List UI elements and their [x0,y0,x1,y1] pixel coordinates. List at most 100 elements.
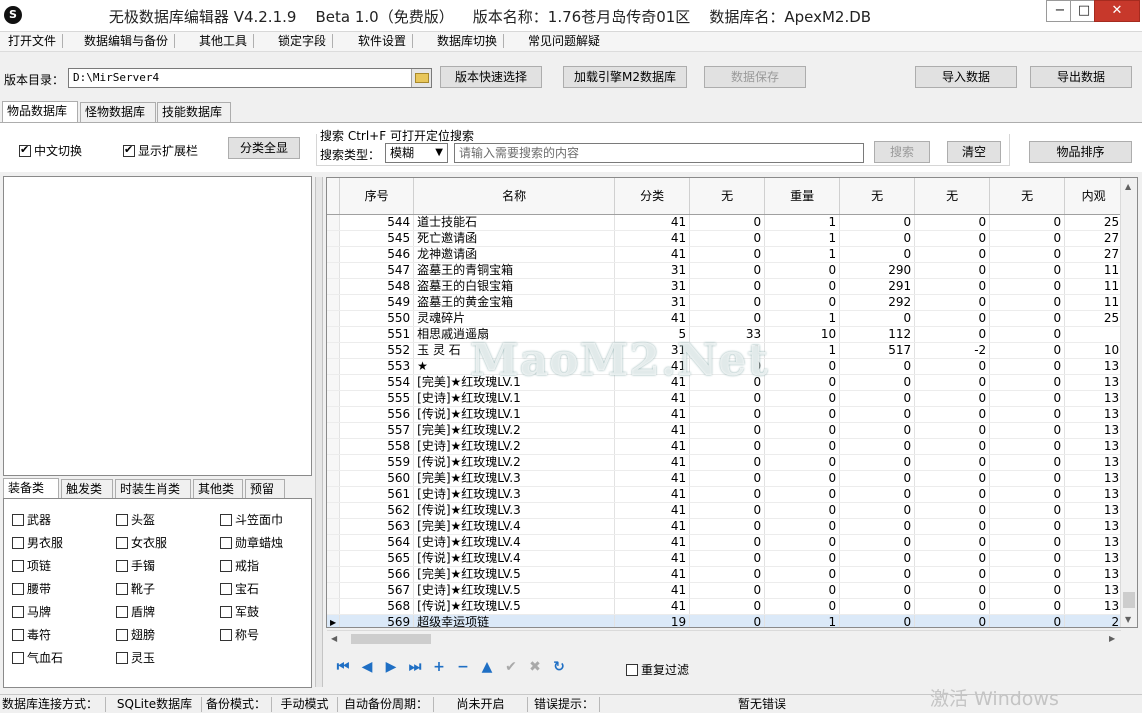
category-checkbox[interactable]: 勋章蜡烛 [220,534,283,551]
scroll-right-icon[interactable]: ▶ [1109,634,1115,643]
table-cell[interactable]: 0 [914,438,991,455]
column-header[interactable]: 无 [914,178,991,215]
row-indicator[interactable] [327,310,341,327]
table-cell[interactable]: 13 [1064,358,1124,375]
table-cell[interactable]: 死亡邀请函 [413,230,616,247]
table-cell[interactable]: 0 [689,566,766,583]
table-cell[interactable]: 31 [614,278,691,295]
next-record-icon[interactable]: ▶ [382,658,400,676]
tab-reserved[interactable]: 预留 [245,479,285,499]
show-ext-checkbox[interactable]: 显示扩展栏 [123,142,198,159]
menu-lock-fields[interactable]: 锁定字段 [272,34,334,48]
table-row[interactable]: 559 [传说]★红玫瑰LV.2 41 0 0 0 0 0 13 [327,454,1124,471]
table-cell[interactable]: 0 [989,598,1066,615]
table-cell[interactable]: 566 [339,566,415,583]
table-cell[interactable]: 551 [339,326,415,343]
table-cell[interactable]: 563 [339,518,415,535]
table-cell[interactable]: 0 [914,422,991,439]
table-cell[interactable]: 0 [839,310,916,327]
row-indicator[interactable] [327,374,341,391]
table-cell[interactable]: 0 [689,534,766,551]
table-row[interactable]: 567 [史诗]★红玫瑰LV.5 41 0 0 0 0 0 13 [327,582,1124,599]
category-checkbox[interactable]: 项链 [12,557,51,574]
table-cell[interactable]: 41 [614,534,691,551]
horizontal-scroll-thumb[interactable] [351,634,431,644]
table-cell[interactable]: [传说]★红玫瑰LV.4 [413,550,616,567]
category-checkbox[interactable]: 手镯 [116,557,155,574]
table-cell[interactable]: 0 [914,534,991,551]
table-cell[interactable]: 0 [989,454,1066,471]
scroll-left-icon[interactable]: ◀ [331,634,337,643]
table-cell[interactable]: 0 [839,454,916,471]
vertical-scroll-thumb[interactable] [1123,592,1135,608]
table-cell[interactable]: 10 [764,326,841,343]
table-cell[interactable]: 0 [839,390,916,407]
tab-item-db[interactable]: 物品数据库 [2,101,78,123]
table-cell[interactable]: 0 [839,246,916,263]
row-indicator[interactable] [327,598,341,615]
table-cell[interactable]: 0 [914,390,991,407]
first-record-icon[interactable]: ⏮ [334,658,352,676]
table-cell[interactable]: 龙神邀请函 [413,246,616,263]
table-cell[interactable]: 0 [689,486,766,503]
horizontal-scrollbar[interactable]: ◀ ▶ [327,630,1121,646]
table-cell[interactable]: 0 [839,614,916,627]
table-cell[interactable]: 0 [689,246,766,263]
category-checkbox[interactable]: 腰带 [12,580,51,597]
table-cell[interactable]: 0 [914,550,991,567]
table-cell[interactable]: 0 [839,598,916,615]
table-cell[interactable]: 0 [839,534,916,551]
table-cell[interactable]: 556 [339,406,415,423]
table-cell[interactable]: 0 [764,470,841,487]
table-row[interactable]: 563 [完美]★红玫瑰LV.4 41 0 0 0 0 0 13 [327,518,1124,535]
table-cell[interactable]: 0 [989,262,1066,279]
table-cell[interactable]: 0 [989,566,1066,583]
item-sort-button[interactable]: 物品排序 [1029,141,1132,163]
table-cell[interactable]: 13 [1064,566,1124,583]
category-checkbox[interactable]: 翅膀 [116,626,155,643]
table-cell[interactable]: 0 [764,390,841,407]
table-row[interactable]: 568 [传说]★红玫瑰LV.5 41 0 0 0 0 0 13 [327,598,1124,615]
refresh-icon[interactable]: ↻ [550,658,568,676]
table-cell[interactable]: 0 [989,246,1066,263]
table-cell[interactable]: 548 [339,278,415,295]
row-indicator[interactable] [327,342,341,359]
table-cell[interactable]: 31 [614,294,691,311]
menu-database-switch[interactable]: 数据库切换 [431,34,505,48]
table-cell[interactable]: 0 [839,550,916,567]
table-cell[interactable]: 0 [689,406,766,423]
table-cell[interactable]: [传说]★红玫瑰LV.2 [413,454,616,471]
table-cell[interactable]: 0 [764,374,841,391]
add-record-icon[interactable]: + [430,658,448,676]
table-cell[interactable]: 0 [764,278,841,295]
row-indicator[interactable] [327,262,341,279]
table-cell[interactable]: 0 [989,406,1066,423]
table-cell[interactable]: 0 [689,614,766,627]
table-cell[interactable]: 561 [339,486,415,503]
table-cell[interactable]: 31 [614,262,691,279]
table-cell[interactable]: [史诗]★红玫瑰LV.1 [413,390,616,407]
cancel-edit-icon[interactable]: ✖ [526,658,544,676]
category-checkbox[interactable]: 女衣服 [116,534,167,551]
row-indicator[interactable]: ▶ [327,614,341,627]
column-header[interactable]: 无 [689,178,766,215]
table-row[interactable]: 547 盗墓王的青铜宝箱 31 0 0 290 0 0 11 [327,262,1124,279]
column-header[interactable]: 分类 [614,178,691,215]
table-cell[interactable]: 13 [1064,374,1124,391]
panel-splitter[interactable] [315,177,323,687]
table-cell[interactable]: 0 [914,310,991,327]
table-cell[interactable]: 292 [839,294,916,311]
last-record-icon[interactable]: ⏭ [406,658,424,676]
table-cell[interactable]: 0 [989,518,1066,535]
category-checkbox[interactable]: 军鼓 [220,603,259,620]
table-cell[interactable]: 0 [839,582,916,599]
table-cell[interactable]: [完美]★红玫瑰LV.5 [413,566,616,583]
table-cell[interactable]: 道士技能石 [413,214,616,231]
table-cell[interactable]: 0 [689,518,766,535]
tab-other[interactable]: 其他类 [193,479,243,499]
column-header[interactable]: 序号 [339,178,415,215]
tab-skill-db[interactable]: 技能数据库 [157,102,231,122]
table-row[interactable]: 557 [完美]★红玫瑰LV.2 41 0 0 0 0 0 13 [327,422,1124,439]
table-cell[interactable]: 0 [989,486,1066,503]
tab-trigger[interactable]: 触发类 [61,479,113,499]
